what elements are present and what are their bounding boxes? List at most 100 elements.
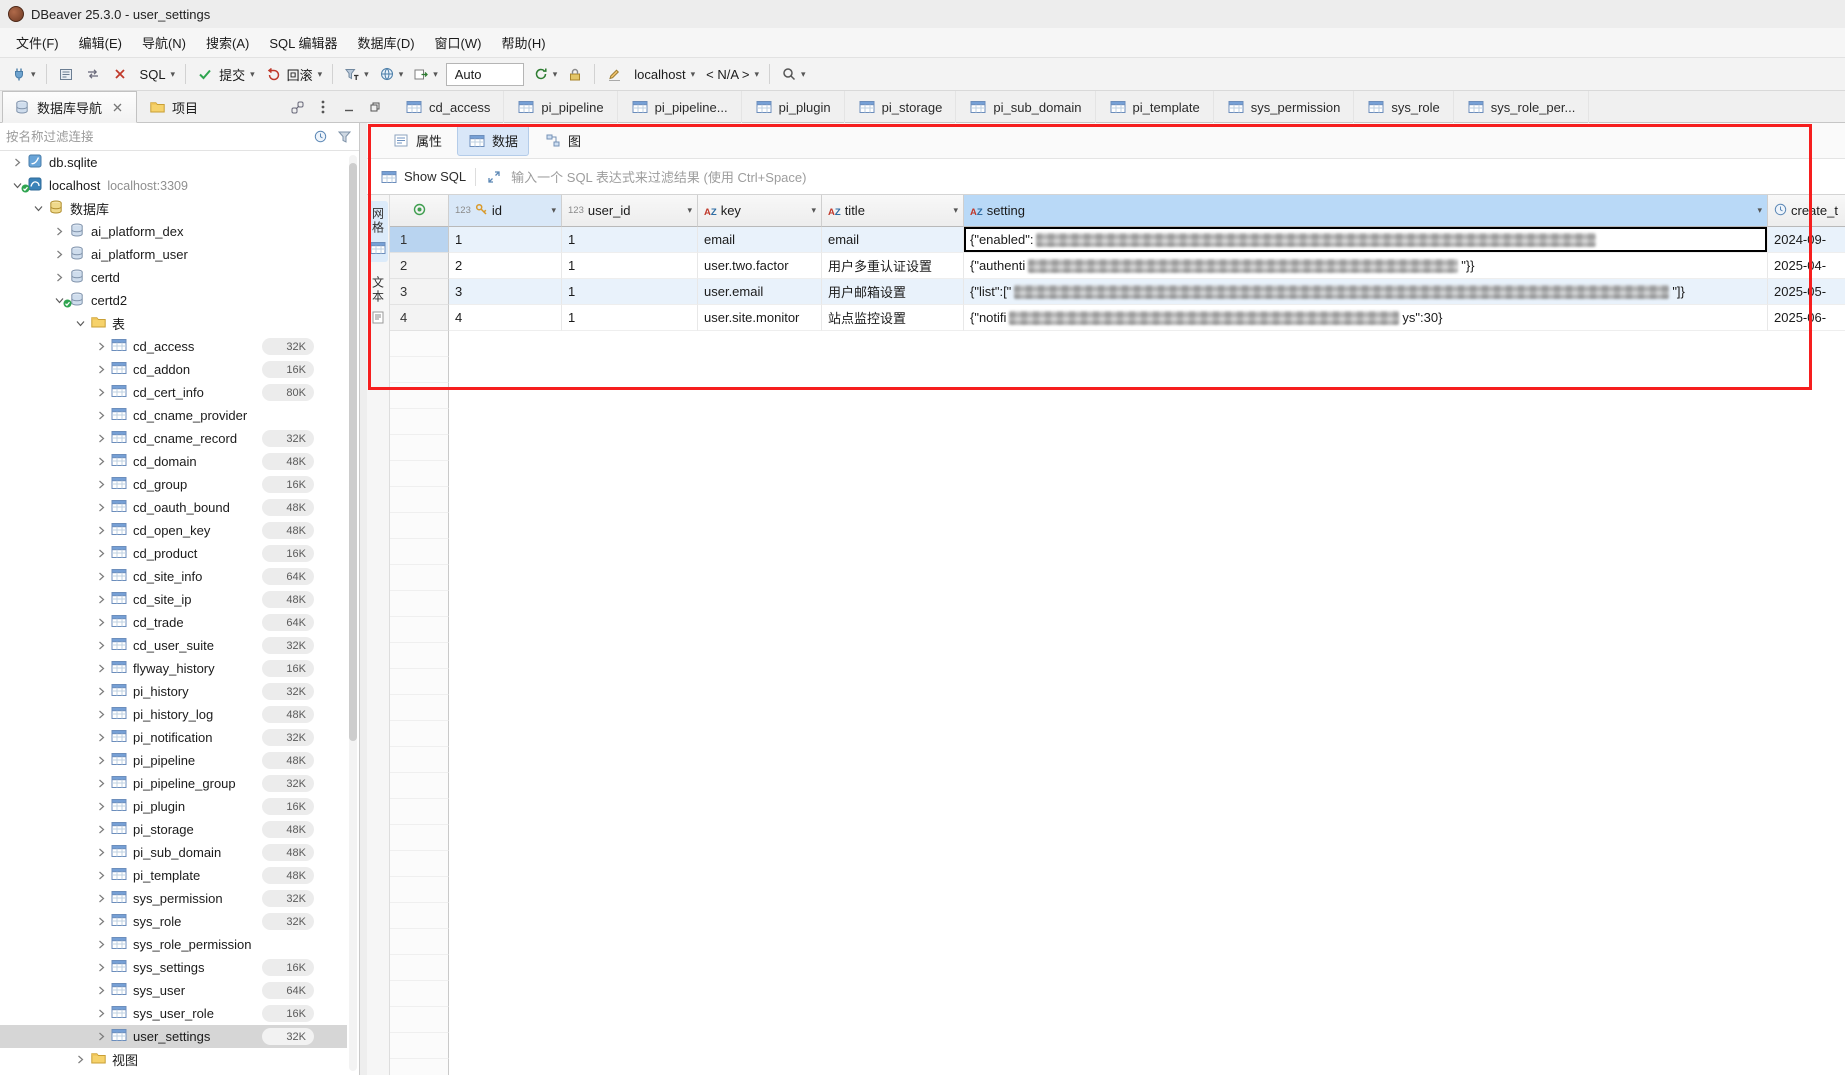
- editor-tab-pi_sub_domain[interactable]: pi_sub_domain: [956, 91, 1095, 123]
- panel-tab-project[interactable]: 项目: [137, 91, 209, 123]
- cell-key[interactable]: email: [698, 227, 822, 253]
- chevron-right-icon[interactable]: [94, 963, 109, 972]
- menu-sql-editor[interactable]: SQL 编辑器: [259, 28, 347, 57]
- editor-tab-pi_pipeline[interactable]: pi_pipeline: [504, 91, 617, 123]
- tree-item-pi_history_log[interactable]: pi_history_log48K: [0, 703, 347, 726]
- cell-setting[interactable]: {"authenti"}}: [964, 253, 1768, 279]
- tree-item-ai_platform_dex[interactable]: ai_platform_dex: [0, 220, 347, 243]
- tree-item-cd_trade[interactable]: cd_trade64K: [0, 611, 347, 634]
- cell-title[interactable]: 用户邮箱设置: [822, 279, 964, 305]
- tree-item-pi_pipeline[interactable]: pi_pipeline48K: [0, 749, 347, 772]
- cell-title[interactable]: 用户多重认证设置: [822, 253, 964, 279]
- chevron-right-icon[interactable]: [94, 917, 109, 926]
- chevron-right-icon[interactable]: [94, 572, 109, 581]
- active-connection-selector[interactable]: localhost▾: [628, 63, 699, 86]
- maximize-panel-icon[interactable]: [366, 99, 384, 115]
- cell-id[interactable]: 4: [449, 305, 562, 331]
- active-database-selector[interactable]: < N/A >▾: [700, 63, 763, 86]
- chevron-right-icon[interactable]: [94, 411, 109, 420]
- chevron-right-icon[interactable]: [94, 388, 109, 397]
- cell-key[interactable]: user.two.factor: [698, 253, 822, 279]
- chevron-right-icon[interactable]: [94, 986, 109, 995]
- chevron-right-icon[interactable]: [52, 250, 67, 259]
- column-filter-icon[interactable]: ▾: [1757, 206, 1762, 215]
- tree-item-cd_user_suite[interactable]: cd_user_suite32K: [0, 634, 347, 657]
- export-button[interactable]: ▾: [408, 62, 442, 86]
- lock-button[interactable]: [562, 62, 588, 86]
- tree-item-pi_template[interactable]: pi_template48K: [0, 864, 347, 887]
- chevron-right-icon[interactable]: [73, 1055, 88, 1064]
- tree-item-cd_access[interactable]: cd_access32K: [0, 335, 347, 358]
- navigator-filter-input[interactable]: [6, 130, 305, 144]
- tree-item-pi_storage[interactable]: pi_storage48K: [0, 818, 347, 841]
- cell-key[interactable]: user.site.monitor: [698, 305, 822, 331]
- chevron-right-icon[interactable]: [94, 1032, 109, 1041]
- tree-item-clipped[interactable]: [0, 1071, 347, 1075]
- tree-item-sys_user_role[interactable]: sys_user_role16K: [0, 1002, 347, 1025]
- cell-title[interactable]: 站点监控设置: [822, 305, 964, 331]
- result-filter-input[interactable]: 输入一个 SQL 表达式来过滤结果 (使用 Ctrl+Space): [511, 167, 806, 186]
- disconnect-button[interactable]: [107, 62, 133, 86]
- chevron-right-icon[interactable]: [94, 1009, 109, 1018]
- editor-tab-pi_plugin[interactable]: pi_plugin: [742, 91, 845, 123]
- chevron-right-icon[interactable]: [94, 434, 109, 443]
- cell-create_t[interactable]: 2025-04-: [1768, 253, 1845, 279]
- tree-item-pi_notification[interactable]: pi_notification32K: [0, 726, 347, 749]
- tree-item-cd_open_key[interactable]: cd_open_key48K: [0, 519, 347, 542]
- select-all-corner[interactable]: [390, 195, 449, 227]
- link-editor-icon[interactable]: [288, 99, 306, 115]
- chevron-right-icon[interactable]: [94, 733, 109, 742]
- editor-tab-sys_permission[interactable]: sys_permission: [1214, 91, 1355, 123]
- row-number[interactable]: 4: [390, 305, 449, 331]
- transaction-mode-combo[interactable]: Auto: [446, 63, 524, 86]
- expand-filter-icon[interactable]: [485, 169, 503, 185]
- tree-item-cd_domain[interactable]: cd_domain48K: [0, 450, 347, 473]
- tree-item-pi_sub_domain[interactable]: pi_sub_domain48K: [0, 841, 347, 864]
- sidebar-splitter[interactable]: [360, 123, 367, 1075]
- editor-tab-pi_pipeline[interactable]: pi_pipeline...: [618, 91, 742, 123]
- transaction-filter-button[interactable]: ▾: [339, 62, 373, 86]
- column-filter-icon[interactable]: ▾: [687, 206, 692, 215]
- tree-item-表[interactable]: 表: [0, 312, 347, 335]
- chevron-down-icon[interactable]: [73, 319, 88, 328]
- result-tab-图[interactable]: 图: [533, 125, 592, 156]
- cell-user_id[interactable]: 1: [562, 253, 698, 279]
- search-button[interactable]: ▾: [776, 62, 810, 86]
- tree-item-视图[interactable]: 视图: [0, 1048, 347, 1071]
- tree-item-cd_addon[interactable]: cd_addon16K: [0, 358, 347, 381]
- chevron-right-icon[interactable]: [94, 687, 109, 696]
- column-filter-icon[interactable]: ▾: [953, 206, 958, 215]
- menu-navigate[interactable]: 导航(N): [132, 28, 196, 57]
- presentation-文本[interactable]: 文本: [368, 270, 388, 331]
- edit-connection-button[interactable]: [601, 62, 627, 86]
- commit-button[interactable]: 提交▾: [192, 61, 259, 88]
- chevron-right-icon[interactable]: [94, 457, 109, 466]
- tree-item-sys_role_permission[interactable]: sys_role_permission: [0, 933, 347, 956]
- chevron-right-icon[interactable]: [94, 342, 109, 351]
- chevron-right-icon[interactable]: [94, 848, 109, 857]
- editor-tab-sys_role[interactable]: sys_role: [1354, 91, 1453, 123]
- cell-id[interactable]: 3: [449, 279, 562, 305]
- chevron-right-icon[interactable]: [94, 825, 109, 834]
- history-icon[interactable]: [311, 129, 329, 145]
- result-tab-数据[interactable]: 数据: [457, 125, 529, 156]
- cell-create_t[interactable]: 2024-09-: [1768, 227, 1845, 253]
- menu-edit[interactable]: 编辑(E): [69, 28, 132, 57]
- tree-item-cd_cname_provider[interactable]: cd_cname_provider: [0, 404, 347, 427]
- chevron-right-icon[interactable]: [94, 618, 109, 627]
- chevron-right-icon[interactable]: [94, 894, 109, 903]
- tree-item-sys_user[interactable]: sys_user64K: [0, 979, 347, 1002]
- close-icon[interactable]: [108, 99, 126, 115]
- rollback-button[interactable]: 回滚▾: [260, 61, 327, 88]
- chevron-right-icon[interactable]: [10, 158, 25, 167]
- cell-setting[interactable]: {"list":[""]}: [964, 279, 1768, 305]
- cell-setting[interactable]: {"enabled":: [964, 227, 1768, 253]
- transfer-button[interactable]: [80, 62, 106, 86]
- row-number[interactable]: 3: [390, 279, 449, 305]
- row-number[interactable]: 1: [390, 227, 449, 253]
- chevron-right-icon[interactable]: [94, 802, 109, 811]
- menu-search[interactable]: 搜索(A): [196, 28, 259, 57]
- tasks-button[interactable]: [53, 62, 79, 86]
- new-connection-button[interactable]: ▾: [6, 62, 40, 86]
- network-button[interactable]: ▾: [374, 62, 408, 86]
